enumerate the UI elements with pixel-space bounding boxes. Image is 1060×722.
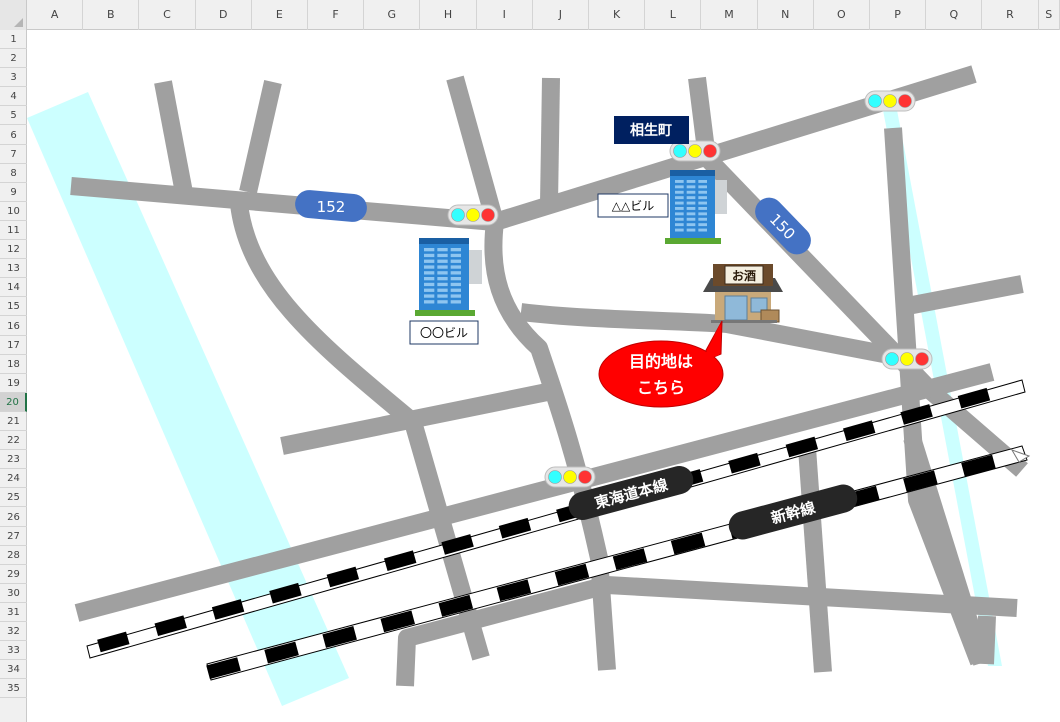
row-header-1[interactable]: 1 bbox=[0, 30, 27, 50]
place-aioicho-label: 相生町 bbox=[630, 122, 672, 139]
road-n-column bbox=[798, 447, 832, 673]
column-header-R[interactable]: R bbox=[982, 0, 1039, 30]
select-all-button[interactable] bbox=[0, 0, 27, 30]
column-header-I[interactable]: I bbox=[477, 0, 533, 30]
row-header-33[interactable]: 33 bbox=[0, 641, 27, 661]
traffic-signal-icon bbox=[544, 466, 596, 488]
column-header-M[interactable]: M bbox=[701, 0, 758, 30]
column-header-F[interactable]: F bbox=[308, 0, 365, 30]
column-header-C[interactable]: C bbox=[139, 0, 196, 30]
row-header-18[interactable]: 18 bbox=[0, 355, 27, 374]
road-m1 bbox=[154, 80, 194, 200]
road-east-branch bbox=[895, 275, 1024, 317]
row-header-10[interactable]: 10 bbox=[0, 202, 27, 221]
route-152-label: 152 bbox=[317, 198, 346, 216]
column-header-Q[interactable]: Q bbox=[926, 0, 983, 30]
road-m4 bbox=[540, 77, 560, 205]
column-header-B[interactable]: B bbox=[83, 0, 140, 30]
column-header-S[interactable]: S bbox=[1039, 0, 1060, 30]
place-aioicho: 相生町 bbox=[614, 116, 689, 144]
traffic-signal-icon bbox=[881, 348, 933, 370]
row-header-17[interactable]: 17 bbox=[0, 336, 27, 355]
column-header-row: ABCDEFGHIJKLMNOPQRS bbox=[0, 0, 1060, 30]
destination-line2: こちら bbox=[637, 378, 685, 397]
row-header-14[interactable]: 14 bbox=[0, 278, 27, 298]
row-header-31[interactable]: 31 bbox=[0, 603, 27, 623]
building-maru-label: 〇〇ビル bbox=[420, 326, 468, 340]
row-header-7[interactable]: 7 bbox=[0, 145, 27, 164]
railway-shinkansen bbox=[206, 445, 1031, 681]
row-header-5[interactable]: 5 bbox=[0, 106, 27, 126]
road-r-stub bbox=[976, 615, 996, 665]
column-header-P[interactable]: P bbox=[870, 0, 927, 30]
row-header-12[interactable]: 12 bbox=[0, 240, 27, 260]
row-header-16[interactable]: 16 bbox=[0, 317, 27, 336]
shop-sign-label: お酒 bbox=[732, 269, 756, 283]
building-sankaku-label: △△ビル bbox=[612, 199, 654, 213]
row-header-20[interactable]: 20 bbox=[0, 392, 27, 412]
row-header-9[interactable]: 9 bbox=[0, 183, 27, 202]
building-sankaku-icon bbox=[665, 170, 727, 244]
row-header-6[interactable]: 6 bbox=[0, 126, 27, 145]
row-header-34[interactable]: 34 bbox=[0, 660, 27, 680]
row-header-2[interactable]: 2 bbox=[0, 49, 27, 69]
row-header-11[interactable]: 11 bbox=[0, 221, 27, 241]
column-header-G[interactable]: G bbox=[364, 0, 421, 30]
row-header-23[interactable]: 23 bbox=[0, 450, 27, 470]
row-header-19[interactable]: 19 bbox=[0, 374, 27, 393]
row-header-8[interactable]: 8 bbox=[0, 164, 27, 183]
column-header-A[interactable]: A bbox=[27, 0, 84, 30]
column-header-O[interactable]: O bbox=[814, 0, 870, 30]
select-all-triangle-icon bbox=[14, 18, 23, 27]
column-header-K[interactable]: K bbox=[589, 0, 646, 30]
road-m3 bbox=[446, 75, 504, 225]
column-header-E[interactable]: E bbox=[252, 0, 308, 30]
row-header-15[interactable]: 15 bbox=[0, 297, 27, 317]
row-header-25[interactable]: 25 bbox=[0, 488, 27, 508]
row-header-32[interactable]: 32 bbox=[0, 622, 27, 642]
row-header-30[interactable]: 30 bbox=[0, 584, 27, 603]
destination-callout: 目的地は こちら bbox=[598, 320, 724, 408]
column-header-D[interactable]: D bbox=[196, 0, 252, 30]
building-sankaku-label-box: △△ビル bbox=[597, 193, 669, 218]
row-header-26[interactable]: 26 bbox=[0, 508, 27, 527]
traffic-signal-icon bbox=[447, 204, 499, 226]
route-152-shield: 152 bbox=[295, 190, 367, 222]
row-header-28[interactable]: 28 bbox=[0, 546, 27, 565]
destination-line1: 目的地は bbox=[629, 352, 693, 371]
building-maru-label-box: 〇〇ビル bbox=[409, 320, 479, 345]
row-header-4[interactable]: 4 bbox=[0, 87, 27, 107]
row-header-35[interactable]: 35 bbox=[0, 679, 27, 699]
row-header-29[interactable]: 29 bbox=[0, 565, 27, 584]
row-header-13[interactable]: 13 bbox=[0, 259, 27, 279]
column-header-L[interactable]: L bbox=[645, 0, 702, 30]
row-header-24[interactable]: 24 bbox=[0, 469, 27, 489]
column-header-H[interactable]: H bbox=[420, 0, 477, 30]
spreadsheet: ABCDEFGHIJKLMNOPQRS 1 2 3 4 5 6 7 8 9 10 11 12 13 14 1… bbox=[0, 0, 1060, 722]
building-maru-icon bbox=[415, 238, 482, 316]
row-header-3[interactable]: 3 bbox=[0, 68, 27, 88]
column-header-J[interactable]: J bbox=[533, 0, 589, 30]
row-header-21[interactable]: 21 bbox=[0, 412, 27, 432]
row-header-column: 1 2 3 4 5 6 7 8 9 10 11 12 13 14 15 16 17 18 19 20 21 22 23 24 2… bbox=[0, 30, 27, 722]
route-map: 152 150 相生町 〇〇ビル △△ビル お酒 目的地は こちら 東海道本線 … bbox=[27, 65, 1031, 706]
column-header-N[interactable]: N bbox=[758, 0, 814, 30]
liquor-shop-icon: お酒 bbox=[703, 264, 783, 323]
row-header-27[interactable]: 27 bbox=[0, 527, 27, 546]
traffic-signal-icon bbox=[864, 90, 916, 112]
rail-shinkansen-label-pill: 新幹線 bbox=[728, 484, 858, 540]
row-header-22[interactable]: 22 bbox=[0, 431, 27, 451]
road-m2 bbox=[239, 80, 282, 194]
road-route-152 bbox=[70, 65, 977, 231]
